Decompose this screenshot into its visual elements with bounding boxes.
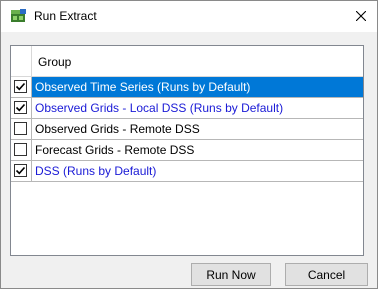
table-header: Group <box>11 46 363 77</box>
row-check-cell <box>11 77 32 97</box>
row-checkbox[interactable] <box>14 101 27 114</box>
table-row[interactable]: DSS (Runs by Default) <box>11 161 363 182</box>
window-title: Run Extract <box>34 9 97 23</box>
cancel-button[interactable]: Cancel <box>285 263 368 286</box>
row-label: Observed Grids - Local DSS (Runs by Defa… <box>35 101 284 115</box>
row-check-cell <box>11 161 32 181</box>
row-check-cell <box>11 140 32 160</box>
close-icon <box>355 10 367 24</box>
table-row[interactable]: Observed Grids - Local DSS (Runs by Defa… <box>11 98 363 119</box>
row-checkbox[interactable] <box>14 143 27 156</box>
row-check-cell <box>11 119 32 139</box>
row-checkbox[interactable] <box>14 122 27 135</box>
row-checkbox[interactable] <box>14 164 27 177</box>
check-icon <box>15 82 26 91</box>
check-icon <box>15 166 26 175</box>
run-now-button[interactable]: Run Now <box>191 263 271 286</box>
header-check-column <box>11 46 32 76</box>
row-checkbox[interactable] <box>14 80 27 93</box>
check-icon <box>15 103 26 112</box>
run-extract-icon <box>10 9 26 23</box>
row-label: Forecast Grids - Remote DSS <box>35 143 195 157</box>
row-label: DSS (Runs by Default) <box>35 164 157 178</box>
group-table: Group Observed Time Series (Runs by Defa… <box>10 45 364 256</box>
row-check-cell <box>11 98 32 118</box>
table-row[interactable]: Observed Grids - Remote DSS <box>11 119 363 140</box>
row-label: Observed Time Series (Runs by Default) <box>35 80 251 94</box>
row-label: Observed Grids - Remote DSS <box>35 122 200 136</box>
table-row[interactable]: Observed Time Series (Runs by Default) <box>11 77 363 98</box>
header-group[interactable]: Group <box>38 55 71 69</box>
close-button[interactable] <box>345 1 377 32</box>
table-row[interactable]: Forecast Grids - Remote DSS <box>11 140 363 161</box>
table-rows: Observed Time Series (Runs by Default) Ob… <box>11 77 363 182</box>
run-extract-dialog: Run Extract Group Observed Time Series (… <box>0 0 378 289</box>
title-bar[interactable]: Run Extract <box>1 1 377 32</box>
